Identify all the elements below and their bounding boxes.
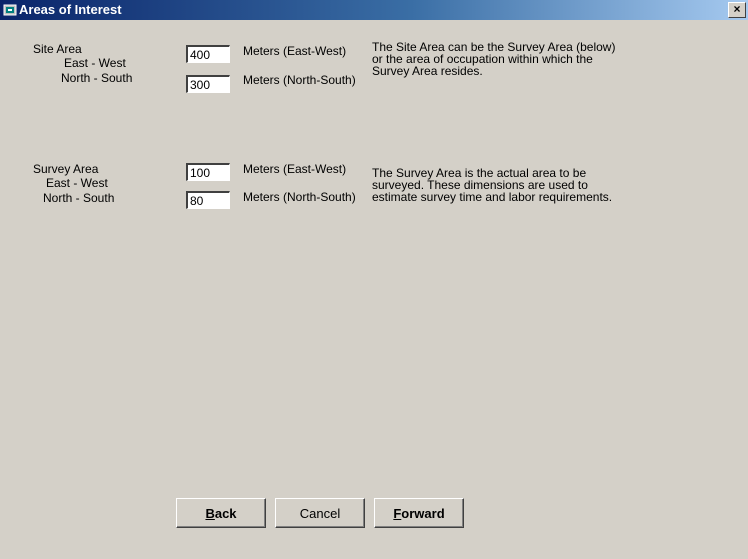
app-icon [3, 4, 17, 16]
survey-area-heading: Survey Area [33, 162, 99, 176]
areas-of-interest-window: Areas of Interest × Site Area East - Wes… [0, 0, 748, 559]
forward-label-rest: orward [401, 505, 445, 521]
back-button[interactable]: Back [176, 498, 266, 528]
site-ew-label: East - West [64, 56, 126, 70]
site-area-heading: Site Area [33, 42, 82, 56]
site-ew-unit: Meters (East-West) [243, 44, 347, 58]
back-label-rest: ack [214, 505, 237, 521]
forward-button[interactable]: Forward [374, 498, 464, 528]
survey-east-west-input[interactable] [186, 163, 230, 181]
site-north-south-input[interactable] [186, 75, 230, 93]
survey-description: The Survey Area is the actual area to be… [372, 167, 662, 203]
site-description: The Site Area can be the Survey Area (be… [372, 41, 662, 77]
site-east-west-input[interactable] [186, 45, 230, 63]
survey-ew-unit: Meters (East-West) [243, 162, 347, 176]
cancel-button[interactable]: Cancel [275, 498, 365, 528]
site-ns-label: North - South [61, 71, 133, 85]
title-bar[interactable]: Areas of Interest × [0, 0, 748, 20]
survey-north-south-input[interactable] [186, 191, 230, 209]
survey-ns-label: North - South [43, 191, 115, 205]
back-accel: B [205, 505, 215, 521]
window-title: Areas of Interest [19, 2, 122, 17]
site-description-line: Survey Area resides. [372, 64, 483, 78]
survey-ns-unit: Meters (North-South) [243, 190, 356, 204]
close-button[interactable]: × [728, 2, 746, 18]
site-ns-unit: Meters (North-South) [243, 73, 356, 87]
forward-accel: F [393, 505, 402, 521]
survey-description-line: estimate survey time and labor requireme… [372, 190, 613, 204]
survey-ew-label: East - West [46, 176, 108, 190]
